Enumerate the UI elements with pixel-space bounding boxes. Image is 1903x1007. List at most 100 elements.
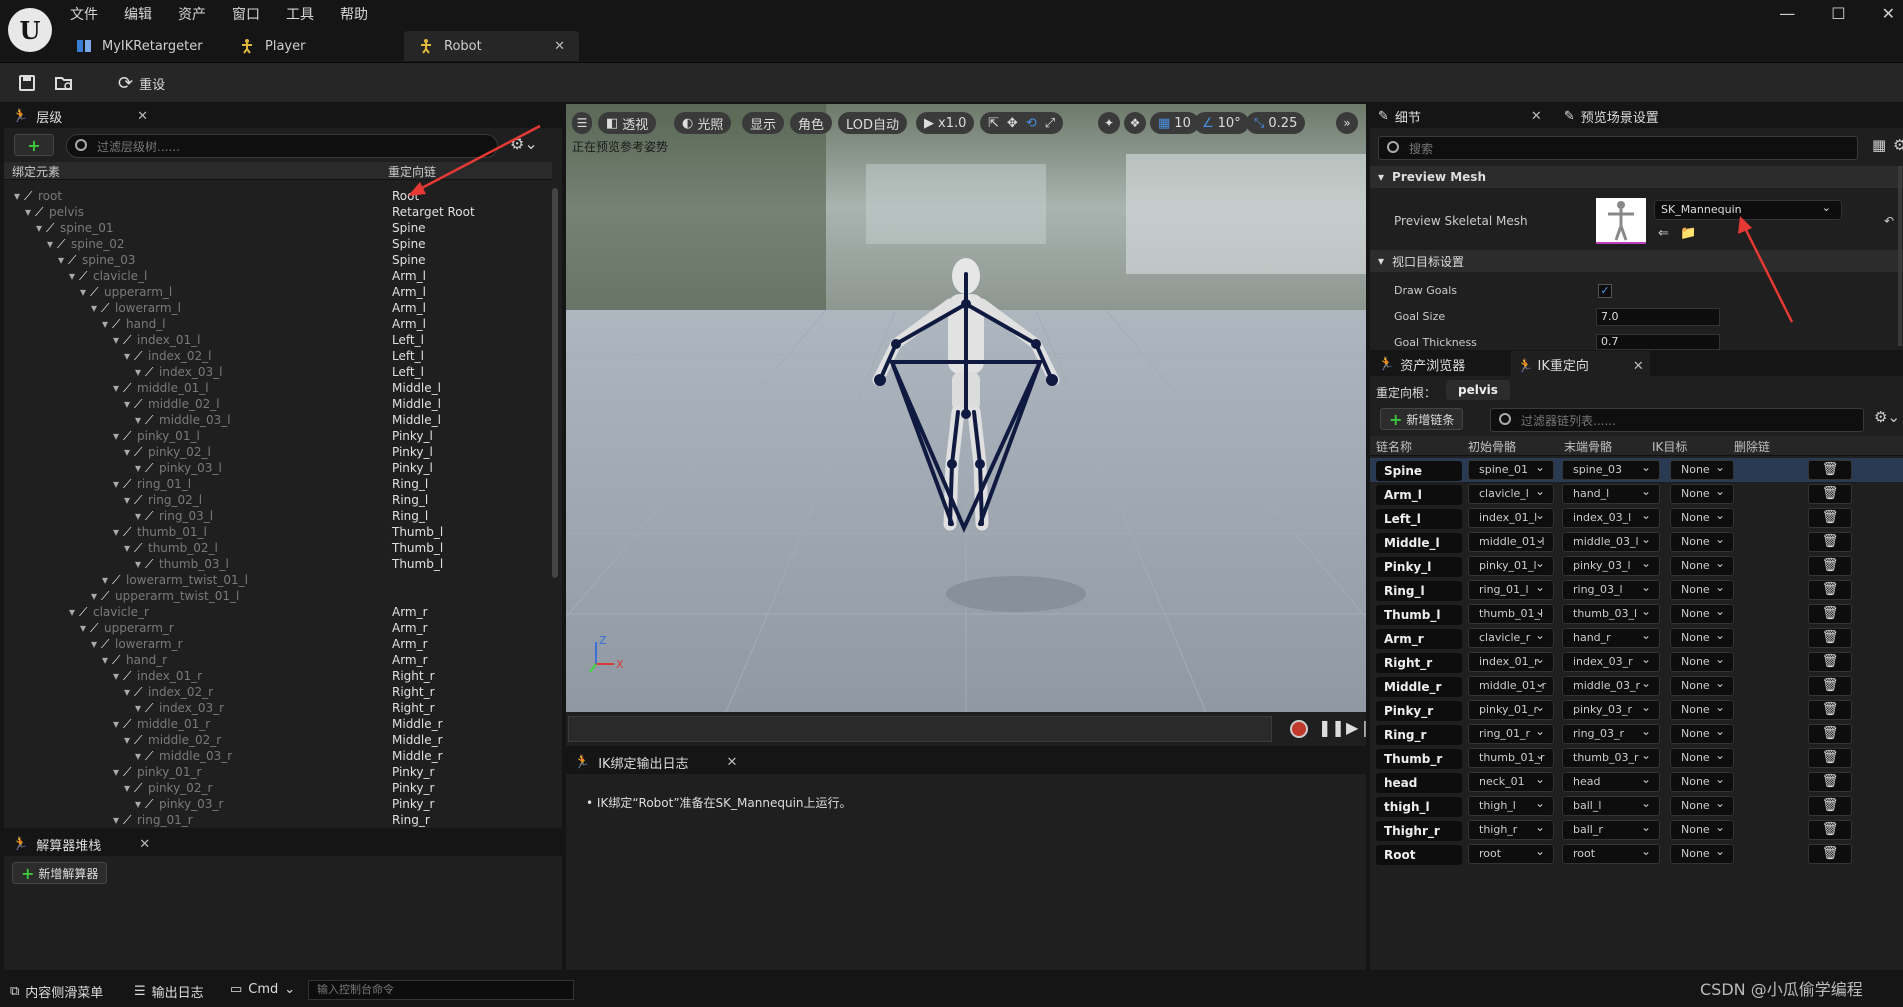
tree-row[interactable]: ▾ ⟋ spine_03 Spine — [8, 252, 556, 268]
preview-scene-settings-tab[interactable]: 预览场景设置 — [1581, 107, 1659, 126]
start-bone-dropdown[interactable]: neck_01 — [1468, 770, 1554, 792]
tree-row[interactable]: ▾ ⟋ index_01_r Right_r — [8, 668, 556, 684]
end-bone-dropdown[interactable]: root — [1562, 842, 1660, 864]
grid-snap-button[interactable]: ▦ 10 — [1150, 112, 1199, 134]
browse-asset-icon[interactable]: 📁 — [1680, 226, 1696, 241]
tab-robot[interactable]: Robot ✕ — [404, 31, 579, 61]
end-bone-dropdown[interactable]: thumb_03_r — [1562, 746, 1660, 768]
start-bone-dropdown[interactable]: index_01_l — [1468, 506, 1554, 528]
tree-row[interactable]: ▾ ⟋ pinky_02_l Pinky_l — [8, 444, 556, 460]
menu-window[interactable]: 窗口 — [232, 4, 260, 24]
console-input[interactable]: 输入控制台命令 — [308, 980, 574, 1000]
col-ik-goal[interactable]: IK目标 — [1652, 438, 1687, 455]
close-panel-icon[interactable]: ✕ — [727, 755, 738, 770]
expand-arrow-icon[interactable]: ▾ — [91, 300, 97, 316]
close-tab-icon[interactable]: ✕ — [554, 39, 565, 54]
end-bone-dropdown[interactable]: spine_03 — [1562, 458, 1660, 480]
settings-gear-icon[interactable]: ⚙ — [1893, 136, 1903, 154]
bone-display-icon[interactable]: ✦ — [1098, 112, 1120, 134]
delete-chain-icon[interactable]: 🗑 — [1808, 484, 1852, 504]
use-selected-icon[interactable]: ⇐ — [1658, 226, 1669, 241]
tree-row[interactable]: ▾ ⟋ spine_01 Spine — [8, 220, 556, 236]
expand-arrow-icon[interactable]: ▾ — [36, 220, 42, 236]
delete-chain-icon[interactable]: 🗑 — [1808, 604, 1852, 624]
end-bone-dropdown[interactable]: thumb_03_l — [1562, 602, 1660, 624]
start-bone-dropdown[interactable]: thumb_01_r — [1468, 746, 1554, 768]
more-options-icon[interactable]: » — [1336, 112, 1358, 134]
cmd-dropdown[interactable]: ▭ Cmd ⌄ — [230, 982, 295, 997]
details-search-input[interactable]: 搜索 — [1378, 136, 1858, 160]
delete-chain-icon[interactable]: 🗑 — [1808, 460, 1852, 480]
add-solver-button[interactable]: + 新增解算器 — [12, 862, 108, 884]
ik-goal-dropdown[interactable]: None — [1670, 506, 1734, 528]
tree-row[interactable]: ▾ ⟋ index_02_l Left_l — [8, 348, 556, 364]
expand-arrow-icon[interactable]: ▾ — [113, 476, 119, 492]
unreal-logo[interactable]: U — [8, 8, 52, 52]
tree-row[interactable]: ▾ ⟋ thumb_02_l Thumb_l — [8, 540, 556, 556]
menu-edit[interactable]: 编辑 — [124, 4, 152, 24]
chain-row[interactable]: Spine spine_01 spine_03 None 🗑 — [1370, 458, 1903, 482]
viewport-goal-section[interactable]: ▾ 视口目标设置 — [1370, 250, 1903, 272]
asset-browser-tab[interactable]: 资产浏览器 — [1400, 355, 1465, 374]
expand-arrow-icon[interactable]: ▾ — [135, 748, 141, 764]
tab-myikretargeter[interactable]: MyIKRetargeter — [62, 31, 217, 61]
table-view-icon[interactable]: ▦ — [1872, 136, 1886, 154]
tab-player[interactable]: Player — [225, 31, 319, 61]
tree-row[interactable]: ▾ ⟋ thumb_01_l Thumb_l — [8, 524, 556, 540]
draw-goals-checkbox[interactable]: ✓ — [1598, 284, 1612, 298]
content-drawer-button[interactable]: ⧉ 内容侧滑菜单 — [10, 982, 103, 1001]
tree-row[interactable]: ▾ ⟋ pinky_01_l Pinky_l — [8, 428, 556, 444]
ik-goal-dropdown[interactable]: None — [1670, 842, 1734, 864]
chain-name-field[interactable]: Ring_l — [1376, 581, 1462, 601]
viewport-menu-button[interactable]: ☰ — [572, 112, 592, 134]
show-button[interactable]: 显示 — [742, 112, 785, 134]
chain-row[interactable]: Right_r index_01_r index_03_r None 🗑 — [1370, 650, 1903, 674]
chain-row[interactable]: head neck_01 head None 🗑 — [1370, 770, 1903, 794]
col-start-bone[interactable]: 初始骨骼 — [1468, 438, 1516, 455]
hierarchy-filter-input[interactable]: 过滤层级树...... — [66, 134, 498, 158]
expand-arrow-icon[interactable]: ▾ — [91, 588, 97, 604]
chain-row[interactable]: Pinky_r pinky_01_r pinky_03_r None 🗑 — [1370, 698, 1903, 722]
delete-chain-icon[interactable]: 🗑 — [1808, 772, 1852, 792]
playback-speed-button[interactable]: ▶ x1.0 — [916, 112, 975, 134]
chain-filter-input[interactable]: 过滤器链列表...... — [1490, 408, 1864, 432]
tree-row[interactable]: ▾ ⟋ lowerarm_r Arm_r — [8, 636, 556, 652]
expand-arrow-icon[interactable]: ▾ — [135, 412, 141, 428]
tree-row[interactable]: ▾ ⟋ middle_01_l Middle_l — [8, 380, 556, 396]
ik-goal-dropdown[interactable]: None — [1670, 794, 1734, 816]
expand-arrow-icon[interactable]: ▾ — [135, 556, 141, 572]
settings-gear-icon[interactable]: ⚙⌄ — [510, 134, 538, 153]
expand-arrow-icon[interactable]: ▾ — [124, 348, 130, 364]
expand-arrow-icon[interactable]: ▾ — [91, 636, 97, 652]
retarget-root-value[interactable]: pelvis — [1446, 380, 1510, 400]
start-bone-dropdown[interactable]: index_01_r — [1468, 650, 1554, 672]
add-chain-button[interactable]: + 新增链条 — [1380, 408, 1464, 430]
delete-chain-icon[interactable]: 🗑 — [1808, 556, 1852, 576]
tree-row[interactable]: ▾ ⟋ lowerarm_l Arm_l — [8, 300, 556, 316]
col-end-bone[interactable]: 末端骨骼 — [1564, 438, 1612, 455]
delete-chain-icon[interactable]: 🗑 — [1808, 844, 1852, 864]
col-chain-name[interactable]: 链名称 — [1376, 438, 1412, 455]
end-bone-dropdown[interactable]: ring_03_l — [1562, 578, 1660, 600]
tree-row[interactable]: ▾ ⟋ ring_02_l Ring_l — [8, 492, 556, 508]
end-bone-dropdown[interactable]: ball_r — [1562, 818, 1660, 840]
expand-arrow-icon[interactable]: ▾ — [124, 780, 130, 796]
ik-goal-dropdown[interactable]: None — [1670, 554, 1734, 576]
expand-arrow-icon[interactable]: ▾ — [124, 732, 130, 748]
browse-button[interactable] — [48, 70, 80, 96]
delete-chain-icon[interactable]: 🗑 — [1808, 628, 1852, 648]
tree-row[interactable]: ▾ ⟋ hand_l Arm_l — [8, 316, 556, 332]
expand-arrow-icon[interactable]: ▾ — [69, 268, 75, 284]
end-bone-dropdown[interactable]: hand_l — [1562, 482, 1660, 504]
reset-button[interactable]: ⟳ 重设 — [112, 70, 171, 96]
expand-arrow-icon[interactable]: ▾ — [135, 508, 141, 524]
character-button[interactable]: 角色 — [790, 112, 833, 134]
tree-row[interactable]: ▾ ⟋ index_03_r Right_r — [8, 700, 556, 716]
chain-name-field[interactable]: Left_l — [1376, 509, 1462, 529]
end-bone-dropdown[interactable]: index_03_r — [1562, 650, 1660, 672]
expand-arrow-icon[interactable]: ▾ — [124, 684, 130, 700]
chain-name-field[interactable]: Arm_l — [1376, 485, 1462, 505]
tree-row[interactable]: ▾ ⟋ clavicle_r Arm_r — [8, 604, 556, 620]
goal-thickness-input[interactable]: 0.7 — [1596, 334, 1720, 350]
scale-snap-button[interactable]: ⤡ 0.25 — [1246, 112, 1306, 134]
